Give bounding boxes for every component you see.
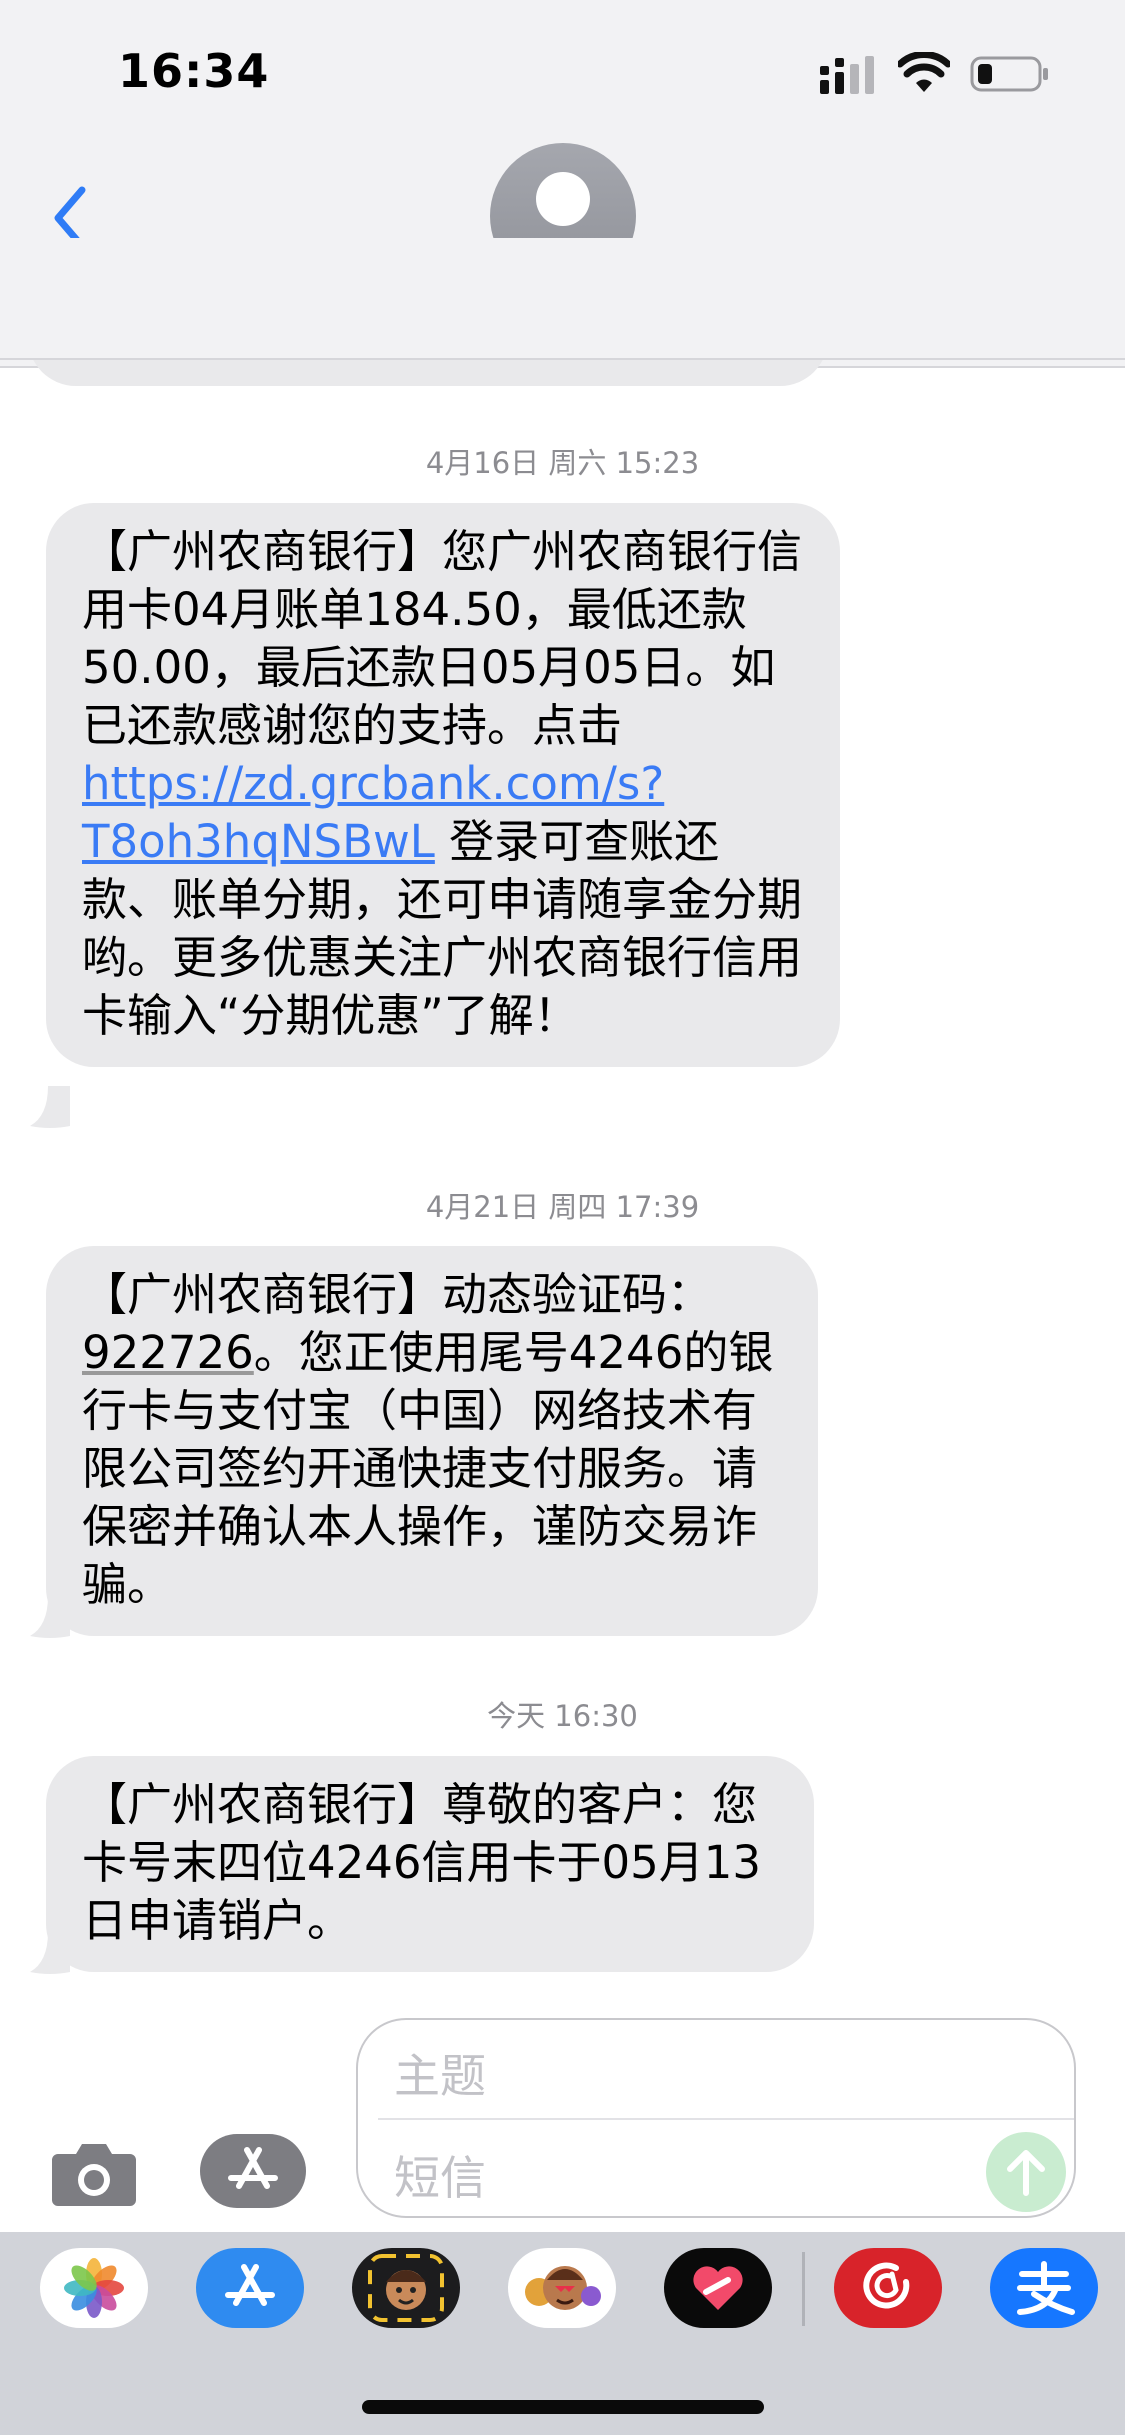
animoji-app-button[interactable]	[508, 2248, 616, 2328]
app-store-icon	[225, 2264, 275, 2306]
timestamp: 4月16日 周六 15:23	[425, 446, 700, 480]
app-store-icon	[228, 2147, 278, 2189]
timestamp: 4月21日 周四 17:39	[425, 1190, 700, 1224]
battery-icon	[970, 56, 1048, 92]
wifi-icon	[898, 52, 950, 92]
message-text: 【广州农商银行】尊敬的客户：您卡号末四位4246信用卡于05月13日申请销户。	[82, 1778, 762, 1947]
app-store-app-button[interactable]	[196, 2248, 304, 2328]
animoji-icon	[525, 2266, 601, 2310]
message-bubble[interactable]: 【广州农商银行】尊敬的客户：您卡号末四位4246信用卡于05月13日申请销户。	[46, 1756, 814, 1972]
message-composer[interactable]: 主题 短信	[356, 2018, 1076, 2218]
status-time: 16:34	[118, 44, 270, 98]
digital-touch-app-button[interactable]	[664, 2248, 772, 2328]
header-bottom-edge	[0, 238, 1125, 360]
verification-code[interactable]: 922726	[82, 1326, 254, 1379]
message-bubble[interactable]: 【广州农商银行】动态验证码：922726。您正使用尾号4246的银行卡与支付宝（…	[46, 1246, 818, 1636]
arrow-up-icon	[1007, 2150, 1045, 2196]
memoji-icon	[368, 2254, 444, 2322]
alipay-icon	[1017, 2261, 1075, 2315]
memoji-app-button[interactable]	[352, 2248, 460, 2328]
camera-icon	[52, 2144, 136, 2206]
app-store-apps-button[interactable]	[200, 2134, 306, 2208]
subject-input[interactable]: 主题	[394, 2040, 486, 2106]
digital-touch-icon	[693, 2266, 743, 2310]
send-button[interactable]	[986, 2132, 1066, 2212]
bubble-tail	[30, 1932, 70, 1974]
home-indicator[interactable]	[362, 2400, 764, 2414]
composer-divider	[378, 2118, 1074, 2120]
alipay-app-button[interactable]	[990, 2248, 1098, 2328]
message-input[interactable]: 短信	[394, 2142, 486, 2208]
camera-button[interactable]	[50, 2138, 138, 2208]
bubble-tail	[30, 1596, 70, 1638]
message-bubble[interactable]: 【广州农商银行】您广州农商银行信用卡04月账单184.50，最低还款50.00，…	[46, 503, 840, 1067]
cellular-signal-icon	[820, 56, 874, 94]
netease-music-app-button[interactable]	[834, 2248, 942, 2328]
netease-music-icon	[863, 2262, 910, 2309]
photos-app-button[interactable]	[40, 2248, 148, 2328]
app-strip-divider	[802, 2252, 805, 2326]
bubble-tail	[30, 1086, 70, 1128]
message-text: 【广州农商银行】您广州农商银行信用卡04月账单184.50，最低还款50.00，…	[82, 525, 803, 752]
message-text: 【广州农商银行】动态验证码：	[82, 1268, 713, 1321]
timestamp: 今天 16:30	[487, 1699, 638, 1733]
photos-icon	[64, 2258, 124, 2318]
